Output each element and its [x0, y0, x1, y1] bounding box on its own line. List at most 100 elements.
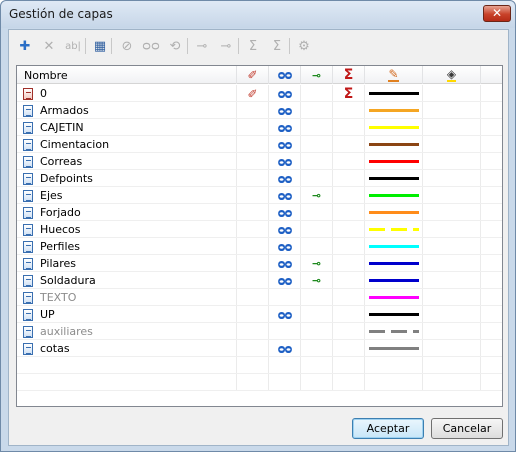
glasses-icon[interactable]: ᴑᴑ — [278, 206, 293, 220]
line-style-sample[interactable] — [368, 330, 419, 333]
table-row[interactable]: Pilares ᴑᴑ ⊸ — [17, 255, 502, 272]
sum-off-button[interactable]: Σ — [267, 36, 287, 56]
toolbar-separator — [187, 38, 188, 54]
lock-cell — [301, 119, 333, 136]
line-style-sample[interactable] — [368, 262, 419, 265]
table-row[interactable]: Cimentacion ᴑᴑ — [17, 136, 502, 153]
show-layer-button[interactable]: ᴑᴑ — [141, 36, 161, 56]
fill-color-cell — [423, 238, 481, 255]
sum-button[interactable]: Σ — [243, 36, 263, 56]
glasses-icon[interactable]: ᴑᴑ — [278, 121, 293, 135]
layer-icon — [23, 274, 33, 287]
line-color-cell — [365, 204, 423, 221]
table-row[interactable]: Correas ᴑᴑ — [17, 153, 502, 170]
line-style-sample[interactable] — [368, 347, 419, 350]
glasses-icon[interactable]: ᴑᴑ — [278, 172, 293, 186]
line-style-sample[interactable] — [368, 313, 419, 316]
lock-button[interactable]: ⊸ — [192, 36, 212, 56]
layer-name: Soldadura — [40, 274, 96, 287]
eye-off-icon[interactable]: ✐ — [247, 87, 257, 101]
line-style-sample[interactable] — [368, 126, 419, 129]
column-header-lock[interactable]: ⊸ — [301, 66, 333, 84]
sum-cell — [333, 272, 365, 289]
table-row[interactable]: TEXTO — [17, 289, 502, 306]
glasses-icon[interactable]: ᴑᴑ — [278, 138, 293, 152]
table-row[interactable]: Ejes ᴑᴑ ⊸ — [17, 187, 502, 204]
lock-cell — [301, 204, 333, 221]
column-header-fill[interactable]: ◈ — [423, 66, 481, 84]
column-header-color[interactable]: ✎ — [365, 66, 423, 84]
table-row[interactable]: Defpoints ᴑᴑ — [17, 170, 502, 187]
line-color-cell — [365, 255, 423, 272]
key-icon[interactable]: ⊸ — [312, 274, 321, 287]
key-icon[interactable]: ⊸ — [312, 257, 321, 270]
glasses-icon[interactable]: ᴑᴑ — [278, 189, 293, 203]
lock-cell — [301, 323, 333, 340]
delete-layer-button[interactable]: ✕ — [39, 36, 59, 56]
line-style-sample[interactable] — [368, 92, 419, 95]
filler-cell — [481, 255, 502, 272]
line-style-sample[interactable] — [368, 279, 419, 282]
glasses-icon[interactable]: ᴑᴑ — [278, 240, 293, 254]
glasses-icon[interactable]: ᴑᴑ — [278, 274, 293, 288]
glasses-icon[interactable]: ᴑᴑ — [278, 223, 293, 237]
line-color-cell — [365, 136, 423, 153]
table-row[interactable]: Huecos ᴑᴑ — [17, 221, 502, 238]
sigma-icon[interactable]: Σ — [344, 86, 354, 102]
accept-button[interactable]: Aceptar — [352, 418, 424, 439]
visibility-cell — [237, 153, 269, 170]
line-style-sample[interactable] — [368, 245, 419, 248]
column-header-visibility[interactable]: ✐ — [237, 66, 269, 84]
view-cell: ᴑᴑ — [269, 204, 301, 221]
table-row[interactable]: auxiliares — [17, 323, 502, 340]
line-style-sample[interactable] — [368, 194, 419, 197]
table-row[interactable]: 0 ✐ ᴑᴑ Σ — [17, 85, 502, 102]
settings-button[interactable]: ⚙ — [294, 36, 314, 56]
table-row[interactable]: cotas ᴑᴑ — [17, 340, 502, 357]
fill-color-cell — [423, 323, 481, 340]
glasses-icon[interactable]: ᴑᴑ — [278, 87, 293, 101]
glasses-icon[interactable]: ᴑᴑ — [278, 257, 293, 271]
fill-color-cell — [423, 374, 481, 391]
glasses-icon[interactable]: ᴑᴑ — [278, 155, 293, 169]
select-layer-button[interactable]: ▦ — [90, 36, 110, 56]
line-style-sample[interactable] — [368, 296, 419, 299]
line-color-cell — [365, 102, 423, 119]
lock-cell: ⊸ — [301, 272, 333, 289]
line-style-sample[interactable] — [368, 211, 419, 214]
line-style-sample[interactable] — [368, 228, 419, 231]
table-row[interactable]: Armados ᴑᴑ — [17, 102, 502, 119]
unlock-button[interactable]: ⊸ — [216, 36, 236, 56]
key-icon[interactable]: ⊸ — [312, 189, 321, 202]
rename-layer-button[interactable]: ab| — [63, 36, 83, 56]
column-header-name[interactable]: Nombre — [17, 66, 237, 84]
table-row[interactable]: CAJETIN ᴑᴑ — [17, 119, 502, 136]
sum-cell — [333, 204, 365, 221]
table-row[interactable]: Forjado ᴑᴑ — [17, 204, 502, 221]
glasses-icon[interactable]: ᴑᴑ — [278, 342, 293, 356]
key-icon: ⊸ — [196, 38, 208, 54]
line-style-sample[interactable] — [368, 143, 419, 146]
table-row[interactable]: UP ᴑᴑ — [17, 306, 502, 323]
fill-color-cell — [423, 119, 481, 136]
view-cell: ᴑᴑ — [269, 119, 301, 136]
table-row[interactable]: Soldadura ᴑᴑ ⊸ — [17, 272, 502, 289]
line-style-sample[interactable] — [368, 177, 419, 180]
lock-cell — [301, 85, 333, 102]
glasses-icon[interactable]: ᴑᴑ — [278, 308, 293, 322]
refresh-button[interactable]: ⟲ — [165, 36, 185, 56]
sigma-slash-icon: Σ — [272, 38, 282, 54]
line-style-sample[interactable] — [368, 109, 419, 112]
table-row[interactable]: Perfiles ᴑᴑ — [17, 238, 502, 255]
line-style-sample[interactable] — [368, 160, 419, 163]
column-header-view[interactable]: ᴑᴑ — [269, 66, 301, 84]
column-header-sum[interactable]: Σ — [333, 66, 365, 84]
close-button[interactable]: ✕ — [483, 5, 511, 22]
view-cell: ᴑᴑ — [269, 340, 301, 357]
new-layer-button[interactable]: ✚ — [15, 36, 35, 56]
glasses-icon[interactable]: ᴑᴑ — [278, 104, 293, 118]
hide-layer-button[interactable]: ⊘ — [117, 36, 137, 56]
glasses-icon: ᴑᴑ — [277, 68, 293, 82]
filler-cell — [481, 289, 502, 306]
cancel-button[interactable]: Cancelar — [431, 418, 503, 439]
